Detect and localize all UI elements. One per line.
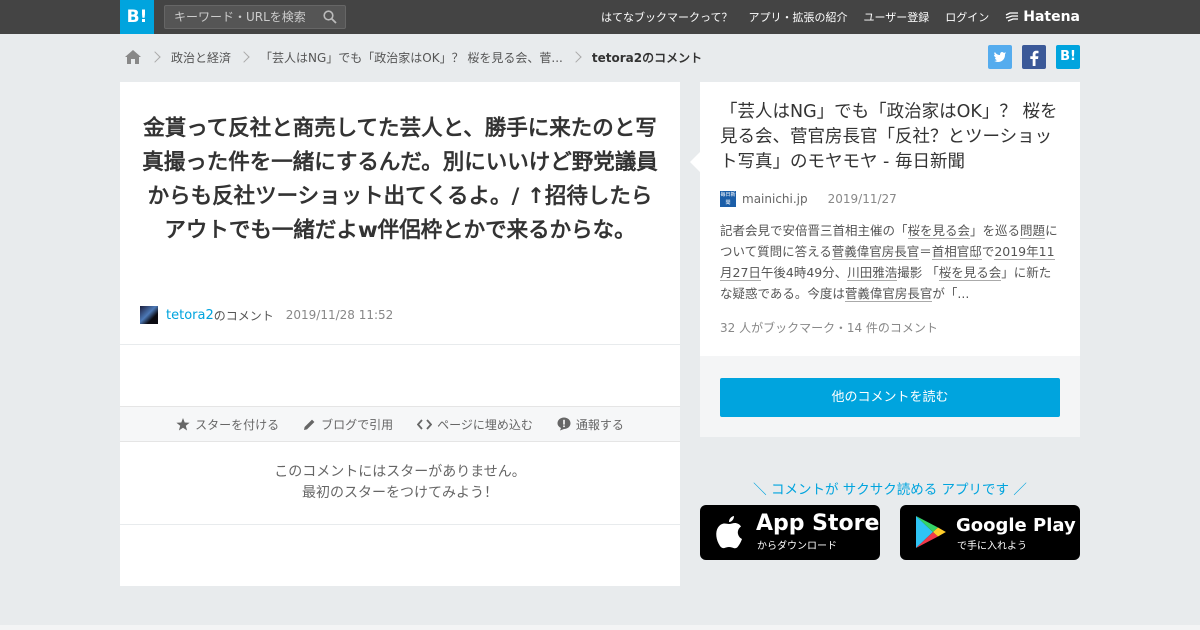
entry-card: 「芸人はNG」でも「政治家はOK」？ 桜を見る会、菅官房長官「反社？とツーショッ…	[690, 82, 1080, 356]
divider	[120, 524, 680, 525]
report-button[interactable]: 通報する	[557, 416, 624, 433]
code-icon	[417, 418, 433, 430]
breadcrumb-current: tetora2のコメント	[591, 50, 703, 65]
apple-icon	[716, 516, 742, 549]
no-stars-line2: 最初のスターをつけてみよう！	[302, 485, 498, 501]
hatena-brand-link[interactable]: Hatena	[1005, 9, 1080, 25]
summary-keyword[interactable]: 菅義偉官房長官	[844, 286, 933, 302]
facebook-icon	[1030, 50, 1039, 66]
breadcrumb-entry[interactable]: 「芸人はNG」でも「政治家はOK」？ 桜を見る会、菅...	[260, 49, 563, 66]
nav-apps[interactable]: アプリ・拡張の紹介	[748, 9, 847, 25]
nav-register[interactable]: ユーザー登録	[863, 9, 929, 25]
chevron-right-icon	[238, 51, 250, 63]
breadcrumb: 政治と経済 「芸人はNG」でも「政治家はOK」？ 桜を見る会、菅... teto…	[124, 47, 702, 67]
avatar[interactable]	[140, 306, 158, 324]
no-stars-line1: このコメントにはスターがありません。	[274, 464, 526, 480]
blog-quote-label: ブログで引用	[321, 417, 394, 432]
summary-text: 午後4時49分、	[760, 265, 848, 280]
read-other-comments-button[interactable]: 他のコメントを読む	[720, 378, 1060, 417]
summary-text: 撮影 「	[897, 265, 939, 280]
hatena-logo-icon	[1005, 12, 1019, 22]
summary-text: 記者会見で安倍晋三首相主催の「	[720, 223, 908, 238]
summary-keyword[interactable]: 桜を見る会	[938, 265, 1002, 281]
nav-about[interactable]: はてなブックマークって？	[601, 9, 732, 25]
comment-user[interactable]: tetora2	[166, 308, 214, 323]
comment-user-suffix: のコメント	[213, 308, 274, 323]
comment-actions: スターを付ける ブログで引用 ページに埋め込む 通報する	[120, 406, 680, 442]
google-play-icon	[916, 516, 946, 548]
report-icon	[557, 417, 571, 431]
comment-date[interactable]: 2019/11/28 11:52	[286, 308, 394, 322]
summary-keyword[interactable]: 問題	[1020, 223, 1046, 239]
add-star-label: スターを付ける	[195, 417, 280, 432]
summary-keyword[interactable]: 川田雅浩	[847, 265, 898, 281]
app-store-button[interactable]: App Store からダウンロード	[700, 505, 880, 560]
footer-edge	[0, 625, 1200, 630]
app-store-subtitle: からダウンロード	[757, 541, 837, 552]
summary-text: 」を巡る	[970, 223, 1021, 238]
entry-date: 2019/11/27	[827, 192, 897, 206]
twitter-icon	[994, 52, 1006, 62]
google-play-title: Google Play	[956, 515, 1076, 536]
facebook-share-button[interactable]	[1022, 45, 1046, 69]
summary-text: ＝	[919, 244, 932, 259]
no-stars-message: このコメントにはスターがありません。 最初のスターをつけてみよう！	[120, 462, 680, 504]
top-nav: はてなブックマークって？ アプリ・拡張の紹介 ユーザー登録 ログイン Haten…	[585, 0, 1080, 34]
summary-text: が「...	[932, 286, 970, 301]
entry-counts[interactable]: 32 人がブックマーク・14 件のコメント	[720, 319, 938, 336]
top-bar: B! キーワード・URLを検索 はてなブックマークって？ アプリ・拡張の紹介 ユ…	[0, 0, 1200, 34]
hatena-brand-text: Hatena	[1023, 9, 1080, 25]
app-promo-text: ＼ コメントが サクサク読める アプリです ／	[753, 482, 1027, 498]
summary-keyword[interactable]: 菅義偉官房長官	[831, 244, 920, 260]
embed-button[interactable]: ページに埋め込む	[417, 416, 533, 433]
site-favicon: 毎日新聞	[720, 191, 736, 207]
comment-meta: tetora2 のコメント 2019/11/28 11:52	[140, 304, 393, 326]
google-play-button[interactable]: Google Play で手に入れよう	[900, 505, 1080, 560]
summary-keyword[interactable]: 桜を見る会	[907, 223, 971, 239]
pencil-icon	[304, 419, 315, 430]
hatena-bookmark-logo[interactable]: B!	[120, 0, 154, 34]
entry-summary: 記者会見で安倍晋三首相主催の「桜を見る会」を巡る問題について質問に答える菅義偉官…	[720, 220, 1062, 304]
star-icon	[176, 417, 190, 430]
breadcrumb-category[interactable]: 政治と経済	[171, 49, 231, 66]
entry-domain[interactable]: mainichi.jp	[742, 192, 808, 206]
blog-quote-button[interactable]: ブログで引用	[303, 416, 393, 433]
app-store-title: App Store	[756, 511, 880, 536]
embed-label: ページに埋め込む	[437, 417, 533, 432]
search-input[interactable]: キーワード・URLを検索	[164, 5, 346, 29]
home-icon[interactable]	[124, 49, 142, 65]
summary-text: で	[981, 244, 995, 259]
divider	[120, 344, 680, 345]
search-icon[interactable]	[323, 10, 337, 24]
summary-keyword[interactable]: 首相官邸	[931, 244, 982, 260]
google-play-subtitle: で手に入れよう	[957, 541, 1027, 552]
comment-text: 金貰って反社と商売してた芸人と、勝手に来たのと写真撮った件を一緒にするんだ。別に…	[142, 116, 658, 243]
chevron-right-icon	[570, 51, 582, 63]
entry-title[interactable]: 「芸人はNG」でも「政治家はOK」？ 桜を見る会、菅官房長官「反社？とツーショッ…	[720, 100, 1062, 175]
add-star-button[interactable]: スターを付ける	[176, 416, 279, 433]
entry-card-footer: 他のコメントを読む	[700, 356, 1080, 437]
report-label: 通報する	[575, 417, 624, 432]
nav-login[interactable]: ログイン	[945, 9, 989, 25]
comment-card: 金貰って反社と商売してた芸人と、勝手に来たのと写真撮った件を一緒にするんだ。別に…	[120, 82, 680, 586]
entry-meta: 毎日新聞 mainichi.jp 2019/11/27	[720, 190, 897, 208]
hatebu-share-button[interactable]: B!	[1056, 45, 1080, 69]
share-buttons: B!	[978, 45, 1080, 69]
chevron-right-icon	[149, 51, 161, 63]
twitter-share-button[interactable]	[988, 45, 1012, 69]
search-placeholder: キーワード・URLを検索	[174, 10, 306, 24]
